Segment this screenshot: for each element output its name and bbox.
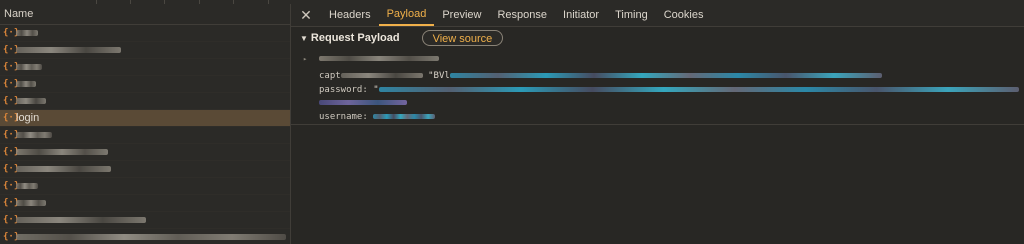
devtools-network-panel: Name {·} {·} {·} {·} {·} {·}login {·} {·… bbox=[0, 0, 1024, 244]
request-row[interactable]: {·} bbox=[0, 93, 290, 110]
request-row[interactable]: {·} bbox=[0, 59, 290, 76]
payload-key: password: bbox=[319, 85, 368, 95]
request-payload-header[interactable]: ▼ Request Payload View source bbox=[291, 28, 1024, 48]
payload-value: " bbox=[373, 85, 379, 95]
json-icon: {·} bbox=[3, 96, 20, 106]
payload-key: username: bbox=[319, 112, 368, 122]
divider bbox=[291, 124, 1024, 125]
tab-preview[interactable]: Preview bbox=[434, 4, 489, 26]
json-icon: {·} bbox=[3, 130, 20, 140]
json-icon: {·} bbox=[3, 45, 20, 55]
request-row[interactable]: {·} bbox=[0, 195, 290, 212]
request-row[interactable]: {·} bbox=[0, 229, 290, 244]
request-list-panel: Name {·} {·} {·} {·} {·} {·}login {·} {·… bbox=[0, 4, 291, 244]
tab-timing[interactable]: Timing bbox=[607, 4, 656, 26]
payload-field-password-wrap bbox=[319, 96, 407, 110]
json-icon: {·} bbox=[3, 215, 20, 225]
json-icon: {·} bbox=[3, 62, 20, 72]
tab-response[interactable]: Response bbox=[489, 4, 555, 26]
payload-field-username[interactable]: username: bbox=[319, 110, 436, 124]
tab-payload[interactable]: Payload bbox=[378, 4, 435, 26]
request-row[interactable]: {·} bbox=[0, 76, 290, 93]
payload-field-captcha[interactable]: capt "BVl bbox=[319, 69, 882, 83]
section-title: Request Payload bbox=[310, 32, 400, 44]
tab-headers[interactable]: Headers bbox=[321, 4, 379, 26]
request-details-panel: ✕ Headers Payload Preview Response Initi… bbox=[291, 4, 1024, 244]
request-row[interactable]: {·} bbox=[0, 161, 290, 178]
request-row[interactable]: {·} bbox=[0, 144, 290, 161]
caret-right-icon[interactable]: ▸ bbox=[303, 55, 307, 63]
json-icon: {·} bbox=[3, 181, 20, 191]
payload-tree: ▸ capt "BVl password: " username: bbox=[291, 52, 1024, 124]
request-row[interactable]: {·} bbox=[0, 42, 290, 59]
details-tab-bar: ✕ Headers Payload Preview Response Initi… bbox=[291, 4, 1024, 27]
json-icon: {·} bbox=[3, 79, 20, 89]
json-icon: {·} bbox=[3, 113, 20, 123]
request-row[interactable]: {·} bbox=[0, 178, 290, 195]
payload-value: "BVl bbox=[428, 71, 450, 81]
payload-root-line[interactable]: ▸ bbox=[303, 52, 439, 66]
json-icon: {·} bbox=[3, 198, 20, 208]
json-icon: {·} bbox=[3, 232, 20, 242]
request-row[interactable]: {·} bbox=[0, 212, 290, 229]
request-row-login[interactable]: {·}login bbox=[0, 110, 290, 127]
payload-field-password[interactable]: password: " bbox=[319, 83, 1019, 97]
name-column-header[interactable]: Name bbox=[0, 4, 290, 25]
json-icon: {·} bbox=[3, 147, 20, 157]
close-icon[interactable]: ✕ bbox=[291, 4, 321, 26]
caret-down-icon[interactable]: ▼ bbox=[300, 34, 308, 43]
request-list: {·} {·} {·} {·} {·} {·}login {·} {·} {·}… bbox=[0, 25, 290, 244]
request-row[interactable]: {·} bbox=[0, 127, 290, 144]
view-source-button[interactable]: View source bbox=[421, 30, 504, 46]
json-icon: {·} bbox=[3, 28, 20, 38]
request-row[interactable]: {·} bbox=[0, 25, 290, 42]
payload-key: capt bbox=[319, 71, 341, 81]
tab-cookies[interactable]: Cookies bbox=[656, 4, 712, 26]
tab-initiator[interactable]: Initiator bbox=[555, 4, 607, 26]
json-icon: {·} bbox=[3, 164, 20, 174]
